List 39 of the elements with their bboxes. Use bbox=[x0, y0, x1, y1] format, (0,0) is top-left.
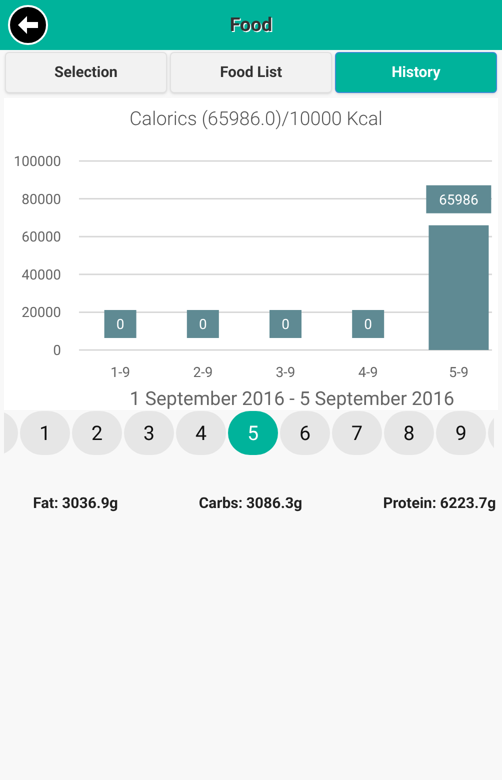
nutrient-total: Carbs: 3086.3g bbox=[198, 493, 302, 514]
page-button[interactable]: 2 bbox=[72, 411, 122, 455]
x-tick-label: 5-9 bbox=[448, 365, 468, 381]
y-tick-label: 60000 bbox=[22, 230, 61, 246]
data-label: 65986 bbox=[439, 192, 478, 208]
nutrient-total: Protein: 6223.7g bbox=[383, 493, 496, 514]
header-title: Food bbox=[230, 12, 272, 38]
data-label: 0 bbox=[270, 310, 302, 338]
page-button[interactable]: 1 bbox=[20, 411, 70, 455]
x-tick-label: 3-9 bbox=[276, 365, 296, 381]
data-label: 65986 bbox=[426, 185, 492, 214]
page-button[interactable]: 9 bbox=[436, 411, 486, 455]
y-tick-label: 20000 bbox=[22, 305, 61, 322]
data-label: 0 bbox=[352, 310, 384, 338]
chart-title: Calorics (65986.0)/10000 Kcal bbox=[129, 107, 383, 130]
y-tick-label: 100000 bbox=[14, 154, 61, 170]
y-tick-label: 80000 bbox=[22, 192, 61, 208]
data-label: 0 bbox=[198, 317, 207, 333]
tab[interactable]: Food List bbox=[170, 52, 332, 93]
data-label: 0 bbox=[186, 310, 219, 338]
data-label: 0 bbox=[104, 310, 136, 338]
x-tick-label: 4-9 bbox=[358, 365, 378, 381]
data-label: 0 bbox=[282, 317, 290, 333]
page-button[interactable]: 8 bbox=[384, 411, 434, 455]
back-button[interactable] bbox=[8, 5, 48, 45]
back-arrow-icon bbox=[17, 15, 39, 35]
y-tick-label: 0 bbox=[53, 343, 61, 359]
data-label: 0 bbox=[364, 317, 372, 333]
tab[interactable]: Selection bbox=[5, 52, 167, 93]
y-tick-label: 40000 bbox=[22, 267, 61, 284]
data-label: 0 bbox=[116, 317, 124, 333]
x-tick-label: 1-9 bbox=[110, 365, 130, 381]
page-button[interactable]: 3 bbox=[124, 411, 174, 455]
page-button[interactable]: 4 bbox=[176, 411, 226, 455]
x-tick-label: 2-9 bbox=[193, 365, 213, 381]
x-axis-label: 1 September 2016 - 5 September 2016 bbox=[130, 387, 454, 410]
nutrient-total: Fat: 3036.9g bbox=[33, 493, 118, 514]
page-button[interactable]: 6 bbox=[280, 411, 330, 455]
page-button[interactable]: 7 bbox=[332, 411, 382, 455]
